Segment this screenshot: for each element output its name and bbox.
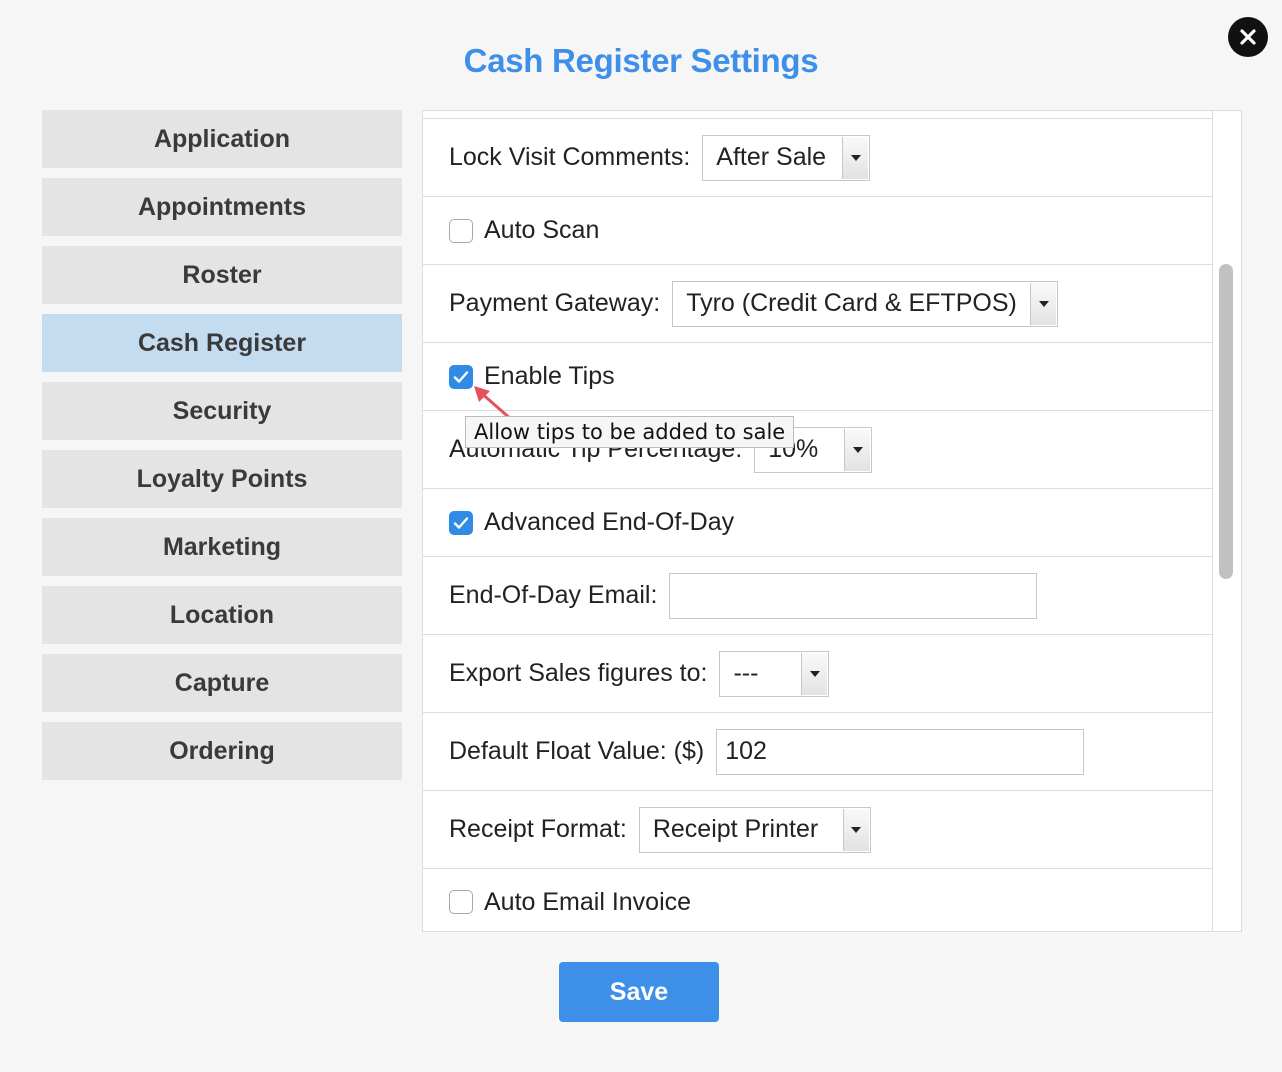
lock-visit-comments-select[interactable]: After Sale — [702, 134, 871, 181]
sidebar-item-security[interactable]: Security — [42, 382, 402, 440]
setting-export-sales-figures: Export Sales figures to: --- — [423, 635, 1212, 713]
settings-list: Lock Visit Comments: After Sale Auto Sca… — [423, 111, 1213, 931]
select-value: --- — [733, 659, 759, 687]
sidebar-item-application[interactable]: Application — [42, 110, 402, 168]
setting-lock-visit-comments: Lock Visit Comments: After Sale — [423, 119, 1212, 197]
setting-payment-gateway: Payment Gateway: Tyro (Credit Card & EFT… — [423, 265, 1212, 343]
scrollbar-thumb[interactable] — [1219, 264, 1233, 579]
sidebar-item-ordering[interactable]: Ordering — [42, 722, 402, 780]
select-value: Receipt Printer — [652, 815, 819, 843]
auto-email-invoice-checkbox[interactable] — [449, 890, 473, 914]
setting-label: Default Float Value: ($) — [449, 737, 705, 765]
receipt-format-select[interactable]: Receipt Printer — [638, 806, 871, 853]
setting-label: End-Of-Day Email: — [449, 581, 658, 609]
tooltip: Allow tips to be added to sale — [465, 416, 795, 448]
divider — [423, 111, 1212, 119]
setting-enable-tips: Enable Tips — [423, 343, 1212, 411]
setting-label: Advanced End-Of-Day — [484, 508, 735, 536]
setting-label: Export Sales figures to: — [449, 659, 708, 687]
setting-default-float-value: Default Float Value: ($) 102 — [423, 713, 1212, 791]
end-of-day-email-input[interactable] — [669, 572, 1038, 619]
setting-advanced-end-of-day: Advanced End-Of-Day — [423, 489, 1212, 557]
page-title: Cash Register Settings — [463, 42, 819, 79]
setting-label: Auto Scan — [484, 216, 600, 244]
setting-label: Lock Visit Comments: — [449, 143, 691, 171]
checkmark-icon — [453, 516, 469, 529]
sidebar-item-cash-register[interactable]: Cash Register — [42, 314, 402, 372]
save-button[interactable]: Save — [559, 962, 719, 1022]
dropdown-arrow-icon — [842, 136, 869, 179]
settings-panel: Lock Visit Comments: After Sale Auto Sca… — [422, 110, 1242, 932]
sidebar-item-roster[interactable]: Roster — [42, 246, 402, 304]
setting-auto-scan: Auto Scan — [423, 197, 1212, 265]
export-sales-select[interactable]: --- — [719, 650, 830, 697]
select-value: After Sale — [716, 143, 827, 171]
dropdown-arrow-icon — [801, 652, 828, 695]
dropdown-arrow-icon — [842, 808, 869, 851]
dropdown-arrow-icon — [844, 428, 871, 471]
advanced-end-of-day-checkbox[interactable] — [449, 510, 473, 535]
setting-end-of-day-email: End-Of-Day Email: — [423, 557, 1212, 635]
setting-receipt-format: Receipt Format: Receipt Printer — [423, 791, 1212, 869]
sidebar-item-marketing[interactable]: Marketing — [42, 518, 402, 576]
setting-label: Payment Gateway: — [449, 289, 661, 317]
sidebar-item-capture[interactable]: Capture — [42, 654, 402, 712]
settings-sidebar: Application Appointments Roster Cash Reg… — [42, 110, 402, 790]
default-float-value-input[interactable]: 102 — [716, 728, 1085, 775]
sidebar-item-location[interactable]: Location — [42, 586, 402, 644]
setting-auto-email-invoice: Auto Email Invoice — [423, 869, 1212, 931]
select-value: Tyro (Credit Card & EFTPOS) — [686, 289, 1017, 317]
dropdown-arrow-icon — [1030, 282, 1057, 325]
setting-label: Auto Email Invoice — [484, 887, 692, 916]
payment-gateway-select[interactable]: Tyro (Credit Card & EFTPOS) — [672, 280, 1059, 327]
setting-label: Receipt Format: — [449, 815, 627, 843]
auto-scan-checkbox[interactable] — [449, 218, 473, 243]
sidebar-item-appointments[interactable]: Appointments — [42, 178, 402, 236]
sidebar-item-loyalty-points[interactable]: Loyalty Points — [42, 450, 402, 508]
